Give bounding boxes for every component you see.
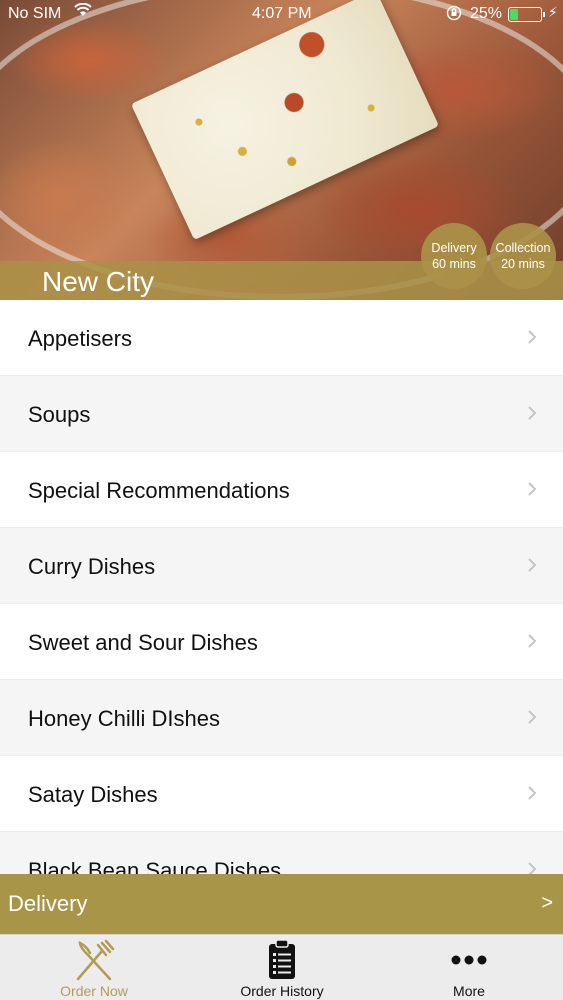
charging-icon: ⚡ bbox=[548, 4, 558, 20]
category-label: Sweet and Sour Dishes bbox=[28, 630, 258, 655]
collection-badge-time: 20 mins bbox=[501, 257, 545, 271]
category-row[interactable]: Soups bbox=[0, 376, 563, 452]
city-name: New City bbox=[42, 266, 155, 297]
orientation-lock-icon bbox=[446, 5, 462, 24]
battery-tip bbox=[543, 12, 545, 17]
category-label: Soups bbox=[28, 402, 91, 427]
category-row[interactable]: Special Recommendations bbox=[0, 452, 563, 528]
tab-label: Order Now bbox=[60, 983, 128, 999]
chevron-right-icon bbox=[528, 710, 537, 724]
chevron-right-icon bbox=[528, 406, 537, 420]
delivery-badge-title: Delivery bbox=[431, 241, 477, 255]
tab-more[interactable]: More bbox=[375, 935, 563, 1000]
tab-label: More bbox=[453, 983, 485, 999]
category-label: Appetisers bbox=[28, 326, 132, 351]
delivery-badge-time: 60 mins bbox=[432, 257, 476, 271]
fork-knife-icon bbox=[76, 939, 115, 981]
category-label: Honey Chilli DIshes bbox=[28, 706, 220, 731]
category-row[interactable]: Appetisers bbox=[0, 300, 563, 376]
chevron-right-icon bbox=[528, 482, 537, 496]
tab-label: Order History bbox=[240, 983, 324, 999]
collection-time-badge: Collection 20 mins bbox=[490, 223, 556, 289]
category-label: Black Bean Sauce Dishes bbox=[28, 858, 282, 874]
delivery-mode-arrow: > bbox=[541, 892, 553, 914]
tab-order-history[interactable]: Order History bbox=[188, 935, 376, 1000]
chevron-right-icon bbox=[528, 634, 537, 648]
clock: 4:07 PM bbox=[252, 5, 312, 22]
chevron-right-icon bbox=[528, 330, 537, 344]
category-row[interactable]: Satay Dishes bbox=[0, 756, 563, 832]
delivery-mode-bar[interactable]: Delivery > bbox=[0, 874, 563, 934]
tab-order-now[interactable]: Order Now bbox=[0, 935, 188, 1000]
category-label: Satay Dishes bbox=[28, 782, 158, 807]
carrier-label: No SIM bbox=[8, 5, 62, 22]
battery-icon bbox=[508, 7, 542, 22]
category-label: Special Recommendations bbox=[28, 478, 290, 503]
category-row[interactable]: Curry Dishes bbox=[0, 528, 563, 604]
chevron-right-icon bbox=[528, 786, 537, 800]
tab-bar: Order Now Order History More bbox=[0, 934, 563, 1000]
delivery-time-badge: Delivery 60 mins bbox=[421, 223, 487, 289]
category-label: Curry Dishes bbox=[28, 554, 156, 579]
category-row[interactable]: Honey Chilli DIshes bbox=[0, 680, 563, 756]
category-row[interactable]: Sweet and Sour Dishes bbox=[0, 604, 563, 680]
category-list: Appetisers Soups Special Recommendations… bbox=[0, 300, 563, 874]
delivery-mode-label: Delivery bbox=[8, 891, 88, 916]
collection-badge-title: Collection bbox=[495, 241, 551, 255]
more-dots-icon bbox=[451, 955, 487, 965]
battery-percent: 25% bbox=[470, 5, 503, 22]
clipboard-icon bbox=[269, 939, 295, 979]
chevron-right-icon bbox=[528, 862, 537, 874]
category-row[interactable]: Black Bean Sauce Dishes bbox=[0, 832, 563, 874]
wifi-icon bbox=[74, 2, 92, 20]
chevron-right-icon bbox=[528, 558, 537, 572]
status-bar: No SIM 4:07 PM 25% ⚡ bbox=[0, 0, 563, 30]
